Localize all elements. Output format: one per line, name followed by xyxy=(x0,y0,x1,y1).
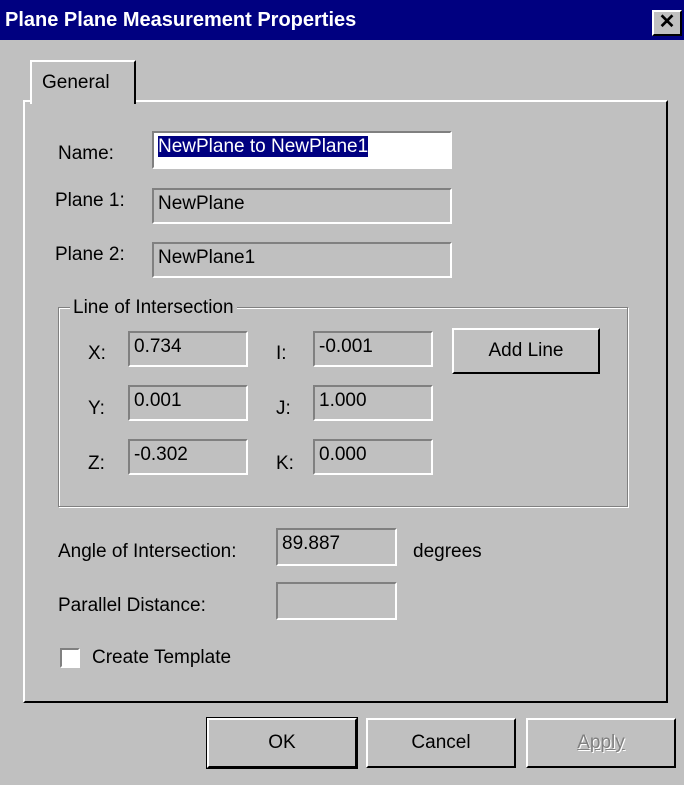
plane2-label: Plane 2: xyxy=(55,244,125,265)
name-input[interactable]: NewPlane to NewPlane1 xyxy=(152,131,452,169)
apply-label: Apply xyxy=(577,732,625,753)
plane1-label: Plane 1: xyxy=(55,190,125,211)
title-bar[interactable]: Plane Plane Measurement Properties ✕ xyxy=(0,0,684,40)
k-field: 0.000 xyxy=(313,439,433,475)
z-field: -0.302 xyxy=(128,439,248,475)
y-field: 0.001 xyxy=(128,385,248,421)
z-label: Z: xyxy=(88,453,105,474)
ok-button[interactable]: OK xyxy=(206,717,358,769)
i-label: I: xyxy=(276,343,287,364)
add-line-label: Add Line xyxy=(488,340,564,361)
x-field: 0.734 xyxy=(128,331,248,367)
name-input-value: NewPlane to NewPlane1 xyxy=(158,136,369,157)
name-label: Name: xyxy=(58,143,114,164)
angle-field: 89.887 xyxy=(276,528,397,566)
cancel-label: Cancel xyxy=(411,732,471,753)
plane1-field: NewPlane xyxy=(152,188,452,224)
ok-label: OK xyxy=(268,732,296,753)
close-button[interactable]: ✕ xyxy=(652,10,682,36)
create-template-checkbox[interactable] xyxy=(60,648,80,668)
tab-general-label: General xyxy=(42,72,110,93)
apply-button[interactable]: Apply xyxy=(526,718,676,768)
j-label: J: xyxy=(276,398,291,419)
window-title: Plane Plane Measurement Properties xyxy=(5,9,357,31)
line-of-intersection-title: Line of Intersection xyxy=(70,297,237,319)
k-label: K: xyxy=(276,453,294,474)
create-template-label: Create Template xyxy=(92,647,232,668)
cancel-button[interactable]: Cancel xyxy=(366,718,516,768)
plane2-field: NewPlane1 xyxy=(152,242,452,278)
close-icon: ✕ xyxy=(658,11,676,33)
y-label: Y: xyxy=(88,398,105,419)
parallel-distance-field xyxy=(276,582,397,620)
angle-unit: degrees xyxy=(413,541,482,562)
i-field: -0.001 xyxy=(313,331,433,367)
parallel-distance-label: Parallel Distance: xyxy=(58,595,206,616)
angle-label: Angle of Intersection: xyxy=(58,541,237,562)
x-label: X: xyxy=(88,343,106,364)
j-field: 1.000 xyxy=(313,385,433,421)
add-line-button[interactable]: Add Line xyxy=(452,328,600,374)
tab-general[interactable]: General xyxy=(30,60,136,104)
